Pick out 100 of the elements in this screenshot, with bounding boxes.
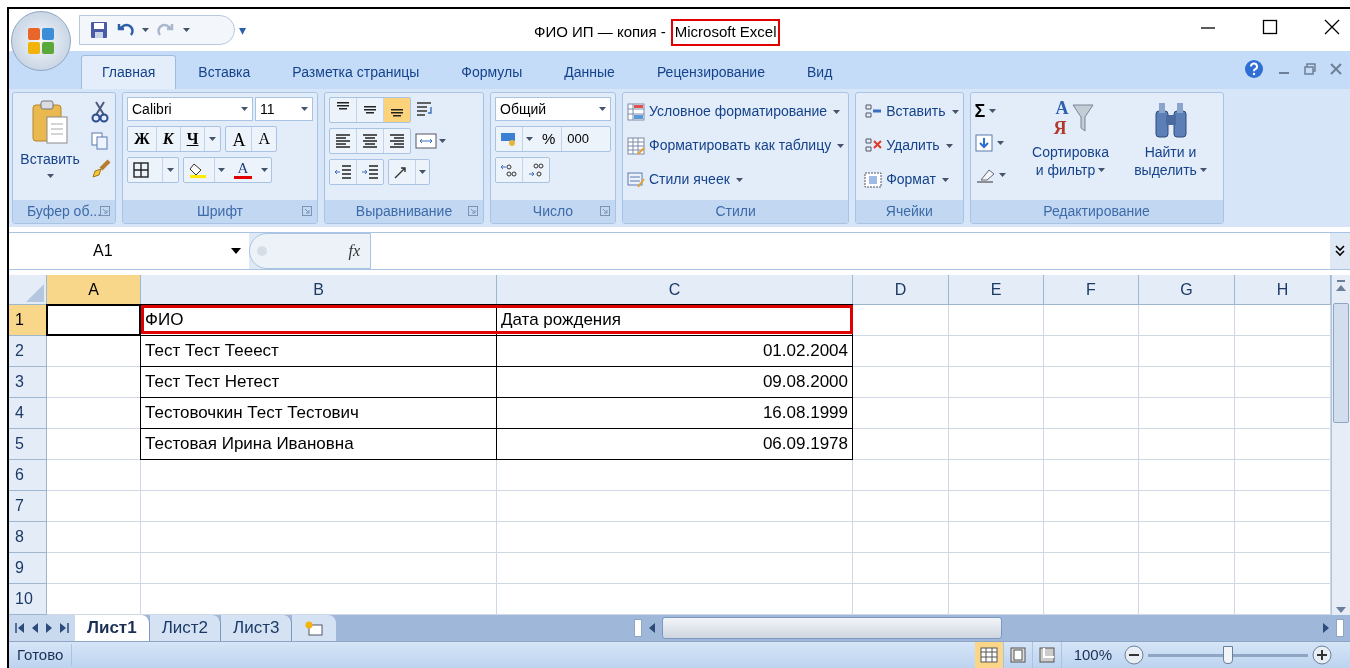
scroll-thumb[interactable]	[662, 617, 1002, 639]
caret-icon[interactable]	[526, 137, 533, 141]
copy-icon[interactable]	[91, 132, 109, 150]
ribbon-tab[interactable]: Вид	[787, 55, 853, 89]
help-icon[interactable]	[1244, 59, 1264, 79]
column-header[interactable]: A	[47, 275, 141, 305]
row-header[interactable]: 9	[9, 553, 47, 584]
format-cells-button[interactable]: Формат	[864, 167, 959, 192]
ribbon-tab[interactable]: Формулы	[441, 55, 543, 89]
column-header[interactable]: F	[1044, 275, 1139, 305]
selected-cell[interactable]	[46, 304, 141, 336]
delete-cells-button[interactable]: Удалить	[864, 133, 959, 158]
insert-cells-button[interactable]: Вставить	[864, 99, 959, 124]
sheet-tab[interactable]: Лист1	[75, 615, 150, 641]
grow-font-button[interactable]: A	[226, 127, 253, 151]
caret-icon[interactable]	[951, 109, 959, 114]
row-header[interactable]: 2	[9, 336, 47, 367]
delete-cells-icon[interactable]	[864, 136, 883, 155]
caret-icon[interactable]	[941, 177, 949, 182]
italic-button[interactable]: К	[156, 127, 181, 151]
new-sheet-button[interactable]	[292, 615, 337, 641]
name-box[interactable]: A1	[9, 233, 249, 269]
format-cells-icon[interactable]	[864, 170, 883, 189]
row-header[interactable]: 8	[9, 522, 47, 553]
sheet-tab[interactable]: Лист3	[221, 615, 293, 641]
column-header[interactable]: D	[853, 275, 949, 305]
new-sheet-icon[interactable]	[304, 620, 325, 636]
find-select-button[interactable]: Найти и выделить	[1122, 97, 1219, 200]
office-logo-icon[interactable]	[26, 26, 56, 56]
row-header[interactable]: 7	[9, 491, 47, 522]
scroll-left-icon[interactable]	[648, 623, 656, 633]
row-header[interactable]: 5	[9, 429, 47, 460]
ribbon-tab[interactable]: Разметка страницы	[272, 55, 440, 89]
formula-input[interactable]	[371, 233, 1330, 269]
eraser-icon[interactable]	[974, 167, 995, 183]
row-header[interactable]: 1	[9, 305, 47, 336]
row-header[interactable]: 10	[9, 584, 47, 615]
column-header[interactable]: H	[1235, 275, 1331, 305]
caret-icon[interactable]	[46, 174, 54, 178]
row-header[interactable]: 3	[9, 367, 47, 398]
scroll-right-icon[interactable]	[1322, 623, 1330, 633]
brush-icon[interactable]	[91, 159, 111, 179]
cell-styles-button[interactable]: Стили ячеек	[627, 167, 845, 192]
font-color-button[interactable]: A	[228, 158, 258, 182]
shrink-font-button[interactable]: A	[252, 127, 276, 151]
caret-icon[interactable]	[945, 143, 953, 148]
thousands-button[interactable]: 000	[562, 127, 595, 151]
customize-toolbar-button[interactable]: ▾	[239, 19, 246, 41]
percent-button[interactable]: %	[536, 127, 563, 151]
caret-icon[interactable]	[209, 137, 217, 141]
column-header[interactable]: B	[141, 275, 497, 305]
caret-icon[interactable]	[599, 107, 606, 111]
font-name-field[interactable]: Calibri	[127, 97, 253, 121]
row-header[interactable]: 6	[9, 460, 47, 491]
ribbon-tab[interactable]: Вставка	[178, 55, 271, 89]
caret-icon[interactable]	[167, 168, 174, 172]
caret-icon[interactable]	[1098, 168, 1106, 172]
insert-cells-icon[interactable]	[864, 102, 883, 121]
caret-icon[interactable]	[439, 139, 446, 143]
caret-icon[interactable]	[419, 170, 426, 174]
align-bottom-button[interactable]	[384, 98, 410, 122]
caret-icon[interactable]	[261, 168, 268, 172]
fill-down-icon[interactable]	[974, 134, 993, 152]
split-handle[interactable]	[634, 619, 642, 637]
caret-icon[interactable]	[833, 109, 841, 114]
expand-icon[interactable]	[1335, 245, 1345, 257]
last-sheet-icon[interactable]	[59, 623, 69, 633]
restore-icon[interactable]	[1304, 63, 1316, 75]
ribbon-tab[interactable]: Данные	[544, 55, 635, 89]
merge-cells-icon[interactable]	[415, 132, 437, 150]
zoom-out-icon[interactable]	[1124, 645, 1144, 665]
format-as-table-button[interactable]: Форматировать как таблицу	[627, 133, 845, 158]
next-sheet-icon[interactable]	[45, 623, 53, 633]
caret-icon[interactable]	[183, 28, 190, 32]
caret-icon[interactable]	[142, 28, 149, 32]
font-size-field[interactable]: 11	[255, 97, 313, 121]
maximize-icon[interactable]	[1262, 19, 1278, 35]
view-normal-button[interactable]	[974, 642, 1004, 668]
zoom-slider-thumb[interactable]	[1223, 645, 1233, 664]
caret-icon[interactable]	[241, 107, 248, 111]
previous-sheet-icon[interactable]	[31, 623, 39, 633]
insert-function-button[interactable]: fx	[348, 239, 360, 263]
caret-icon[interactable]	[996, 141, 1004, 145]
zoom-in-icon[interactable]	[1312, 645, 1332, 665]
caret-icon[interactable]	[218, 168, 225, 172]
close-icon[interactable]	[1324, 19, 1340, 35]
save-icon[interactable]	[90, 21, 108, 39]
caret-icon[interactable]	[837, 143, 845, 148]
row-header[interactable]: 4	[9, 398, 47, 429]
autosum-button[interactable]: Σ	[974, 99, 1019, 123]
conditional-format-button[interactable]: Условное форматирование	[627, 99, 845, 124]
column-header[interactable]: G	[1139, 275, 1235, 305]
paste-button[interactable]: Вставить	[17, 97, 83, 200]
caret-icon[interactable]	[231, 248, 241, 254]
first-sheet-icon[interactable]	[15, 623, 25, 633]
caret-icon[interactable]	[998, 173, 1006, 177]
bold-button[interactable]: Ж	[128, 127, 157, 151]
caret-icon[interactable]	[1199, 168, 1207, 172]
number-format-field[interactable]: Общий	[495, 97, 611, 121]
funnel-icon[interactable]	[1071, 103, 1094, 133]
